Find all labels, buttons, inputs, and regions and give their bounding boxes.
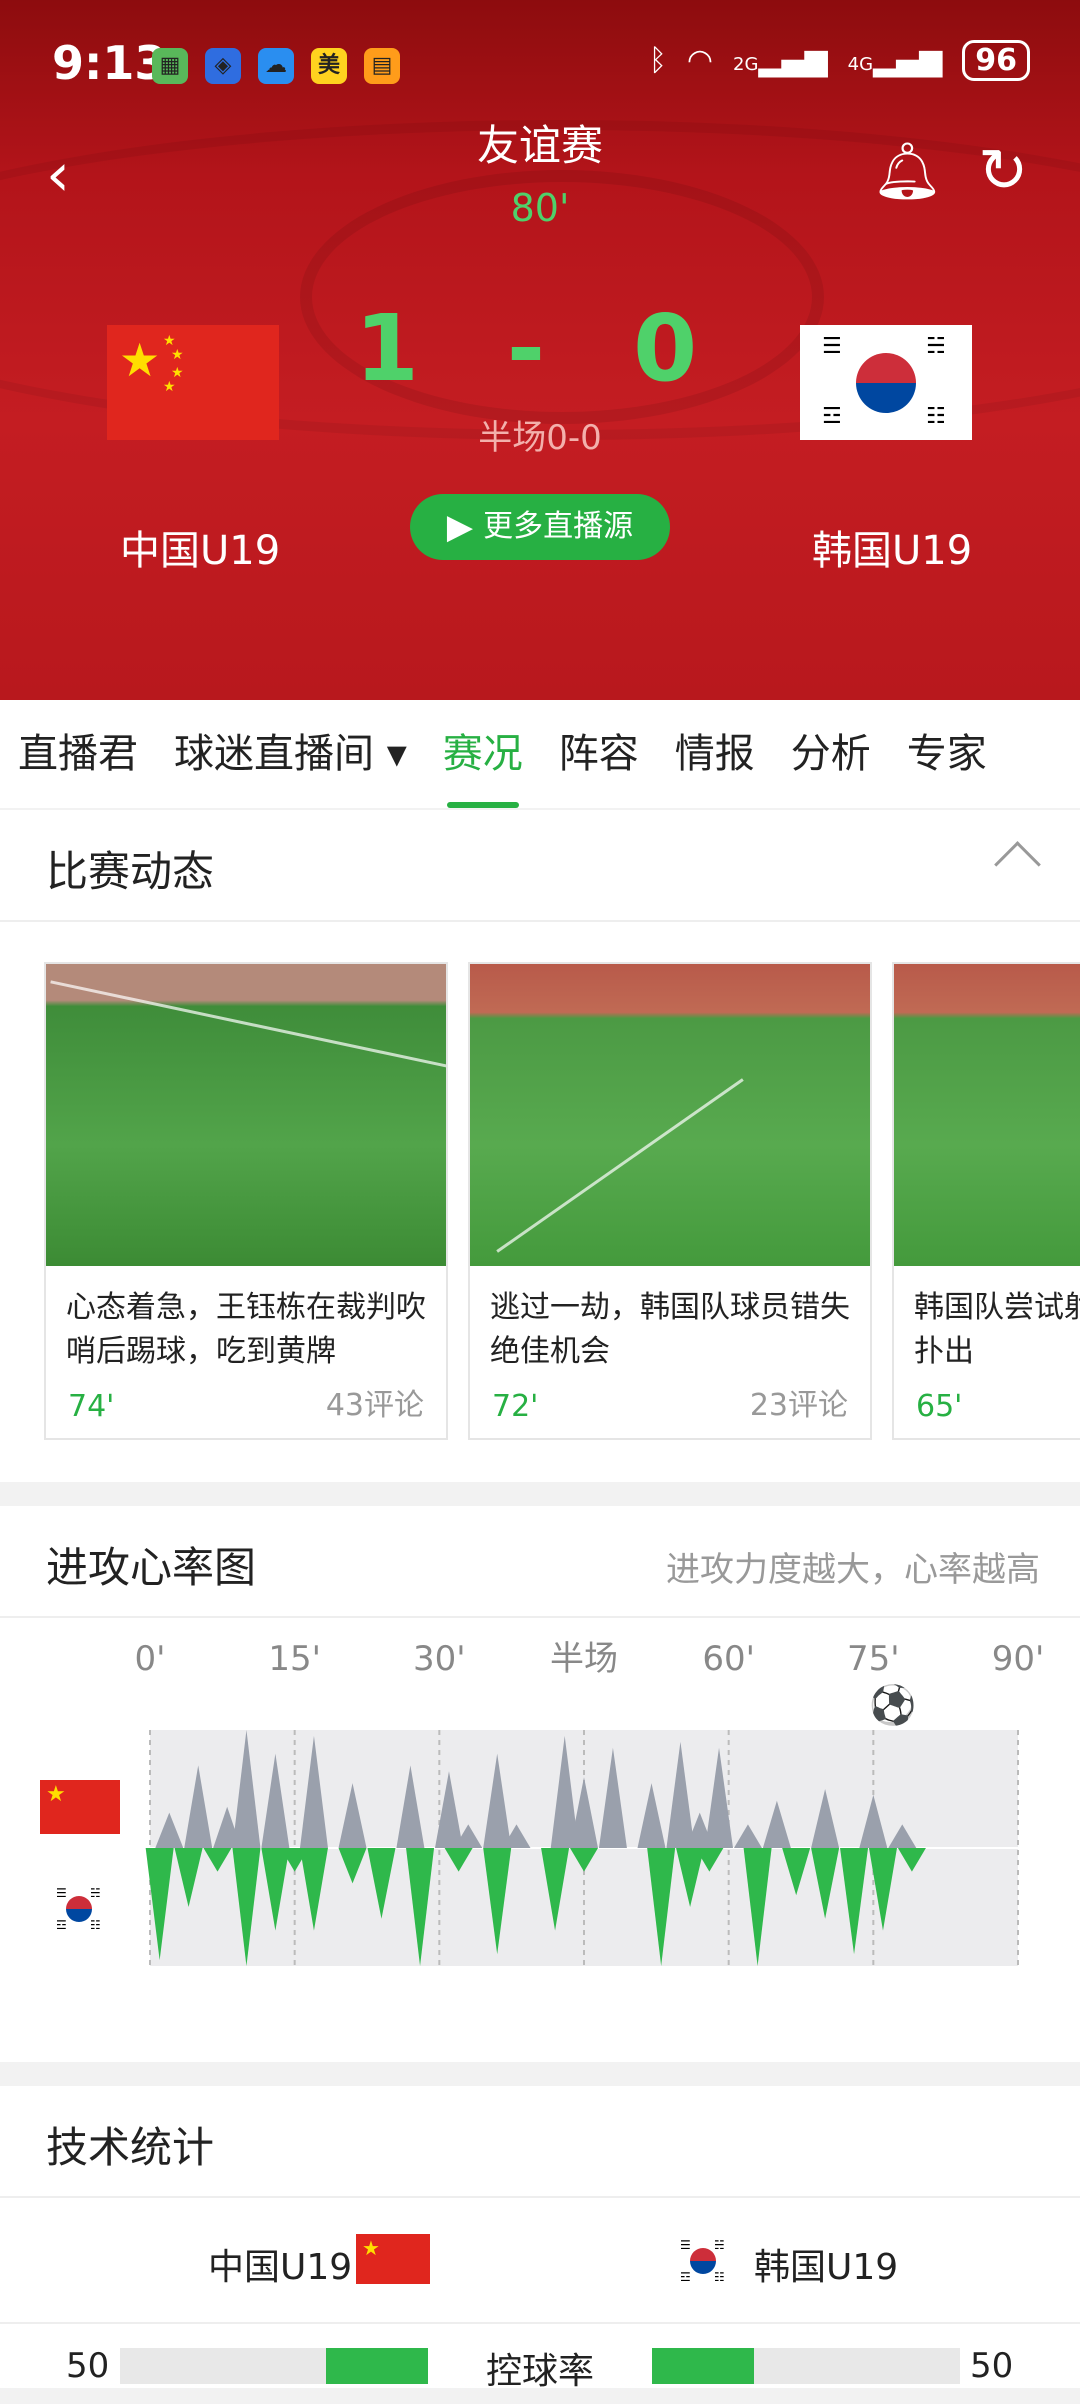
tab-3[interactable]: 阵容	[541, 700, 657, 808]
event-minute: 72'	[492, 1389, 539, 1424]
system-icons: ᛒ ◠ 2G▂▄▆ 4G▂▄▆ 96	[649, 40, 1030, 81]
status-bar: 9:13 ▦ ◈ ☁ 美 ▤ ᛒ ◠ 2G▂▄▆ 4G▂▄▆ 96	[0, 0, 1080, 130]
signal-2g-icon: 2G▂▄▆	[733, 43, 828, 78]
match-events-header[interactable]: 比赛动态	[0, 810, 1080, 922]
stat-label: 控球率	[486, 2351, 595, 2392]
tab-2[interactable]: 赛况	[425, 700, 541, 808]
stats-away-team: 韩国U19	[754, 2247, 899, 2288]
section-title: 技术统计	[46, 2123, 215, 2172]
collapse-chevron-icon[interactable]	[994, 841, 1041, 888]
stats-home-team: 中国U19	[208, 2247, 353, 2288]
stat-home-value: 50	[66, 2346, 110, 2386]
event-card[interactable]: 逃过一劫，韩国队球员错失绝佳机会 72' 23评论	[468, 962, 872, 1440]
meituan-app-icon: 美	[311, 48, 347, 84]
chart-tick-label: 90'	[992, 1639, 1045, 1679]
match-events-section: 比赛动态 心态着急，王钰栋在裁判吹哨后踢球，吃到黄牌 74' 43评论 逃过一劫…	[0, 810, 1080, 1482]
korea-flag-icon: ☰ ☵ ☲ ☷	[676, 2234, 730, 2288]
tab-5[interactable]: 分析	[773, 700, 889, 808]
stat-row-possession: 50 控球率 50	[0, 2324, 1080, 2404]
chart-tick-label: 60'	[702, 1639, 755, 1679]
stat-home-bar-fill	[326, 2348, 428, 2384]
weather-app-icon: ☁	[258, 48, 294, 84]
event-thumbnail	[894, 964, 1080, 1266]
event-thumbnail	[470, 964, 870, 1266]
china-flag-icon: ★	[356, 2234, 430, 2284]
stats-team-header: 中国U19 ★ ☰ ☵ ☲ ☷ 韩国U19	[0, 2198, 1080, 2324]
home-team-name[interactable]: 中国U19	[120, 518, 280, 576]
momentum-header: 进攻心率图 进攻力度越大，心率越高	[0, 1506, 1080, 1618]
sim-app-icon: ▦	[152, 48, 188, 84]
chart-tick-label: 15'	[268, 1639, 321, 1679]
tab-0[interactable]: 直播君	[0, 700, 156, 808]
more-live-sources-button[interactable]: ▶ 更多直播源	[410, 494, 670, 560]
share-icon[interactable]: ↻	[978, 136, 1028, 206]
chart-tick-label: 30'	[413, 1639, 466, 1679]
event-card[interactable]: 韩国队尝试射门，门将将球扑出 65'	[892, 962, 1080, 1440]
event-cards-carousel[interactable]: 心态着急，王钰栋在裁判吹哨后踢球，吃到黄牌 74' 43评论 逃过一劫，韩国队球…	[0, 922, 1080, 1462]
korea-flag-icon: ☰ ☵ ☲ ☷	[52, 1882, 106, 1936]
tab-6[interactable]: 专家	[889, 700, 1005, 808]
app-icon: ▤	[364, 48, 400, 84]
chart-tick-label: 75'	[847, 1639, 900, 1679]
wifi-icon: ◠	[686, 43, 713, 78]
tab-4[interactable]: 情报	[657, 700, 773, 808]
bluetooth-icon: ᛒ	[648, 43, 667, 78]
tab-bar: 直播君 球迷直播间 ▾ 赛况 阵容 情报 分析 专家	[0, 700, 1080, 808]
attack-momentum-section: 进攻心率图 进攻力度越大，心率越高 0' 15' 30' 半场 60' 75' 90' ⚽ ★…	[0, 1506, 1080, 2062]
stat-away-bar	[652, 2348, 960, 2384]
event-thumbnail	[46, 964, 446, 1266]
tab-1[interactable]: 球迷直播间 ▾	[156, 700, 425, 808]
section-subtitle: 进攻力度越大，心率越高	[666, 1550, 1040, 1590]
event-card[interactable]: 心态着急，王钰栋在裁判吹哨后踢球，吃到黄牌 74' 43评论	[44, 962, 448, 1440]
china-flag-icon: ★	[40, 1780, 120, 1834]
shield-app-icon: ◈	[205, 48, 241, 84]
section-title: 比赛动态	[46, 847, 215, 896]
korea-flag-icon: ☰ ☵ ☲ ☷	[800, 325, 972, 440]
event-minute: 74'	[68, 1389, 115, 1424]
momentum-chart[interactable]: 0' 15' 30' 半场 60' 75' 90' ⚽ ★ ☰ ☵ ☲ ☷	[0, 1618, 1080, 2068]
event-title: 心态着急，王钰栋在裁判吹哨后踢球，吃到黄牌	[66, 1290, 426, 1369]
event-title: 逃过一劫，韩国队球员错失绝佳机会	[490, 1290, 850, 1369]
momentum-chart-svg: 0' 15' 30' 半场 60' 75' 90' ⚽	[135, 1639, 1045, 1966]
away-team-name[interactable]: 韩国U19	[812, 518, 972, 576]
event-comments: 43评论	[325, 1388, 424, 1423]
match-header: 9:13 ▦ ◈ ☁ 美 ▤ ᛒ ◠ 2G▂▄▆ 4G▂▄▆ 96 ‹ 友谊赛 80' …	[0, 0, 1080, 700]
chart-tick-label: 0'	[135, 1639, 166, 1679]
bell-icon[interactable]: 🔔︎	[872, 138, 943, 204]
battery-level: 96	[962, 40, 1030, 81]
signal-4g-icon: 4G▂▄▆	[847, 43, 943, 78]
event-comments: 23评论	[749, 1388, 848, 1423]
tech-stats-header: 技术统计	[0, 2086, 1080, 2198]
chart-tick-label: 半场	[550, 1639, 618, 1679]
stat-away-bar-fill	[652, 2348, 754, 2384]
stat-away-value: 50	[970, 2346, 1014, 2386]
tech-stats-section: 技术统计 中国U19 ★ ☰ ☵ ☲ ☷ 韩国U19 50 控球率 50	[0, 2086, 1080, 2392]
status-time: 9:13	[52, 36, 167, 90]
stat-home-bar	[120, 2348, 428, 2384]
play-icon: ▶	[446, 507, 474, 547]
football-goal-icon: ⚽	[867, 1683, 916, 1727]
section-title: 进攻心率图	[46, 1543, 257, 1592]
event-title: 韩国队尝试射门，门将将球扑出	[914, 1290, 1080, 1369]
notification-app-icons: ▦ ◈ ☁ 美 ▤	[152, 48, 400, 84]
event-minute: 65'	[916, 1389, 963, 1424]
